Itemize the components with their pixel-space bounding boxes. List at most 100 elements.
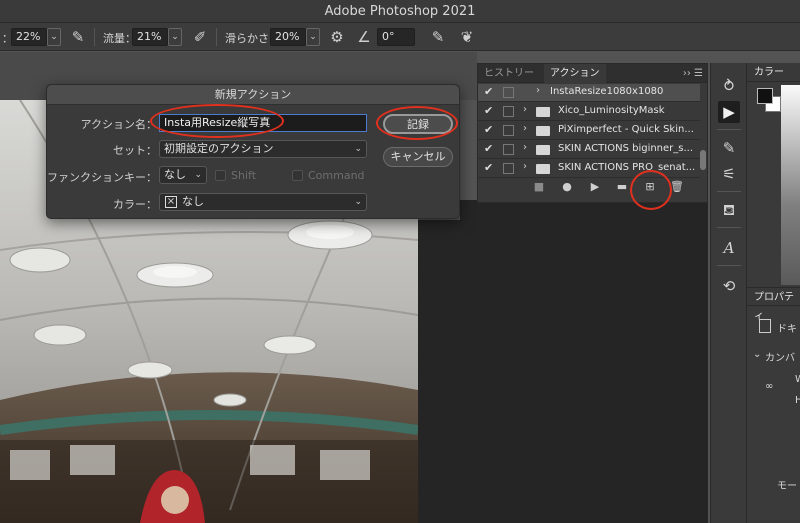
color-picker-gradient[interactable]: [781, 85, 800, 285]
actions-panel: ヒストリー アクション ›› ☰ ✔ › InstaResize1080x108…: [477, 63, 708, 203]
flow-field[interactable]: 21%: [132, 28, 168, 46]
function-key-select[interactable]: なし ⌄: [159, 166, 207, 184]
canvas-section-label: カンバ: [765, 353, 795, 364]
no-color-swatch-icon: ×: [165, 196, 177, 208]
chevron-down-icon: ⌄: [354, 144, 362, 154]
angle-field[interactable]: 0°: [377, 28, 415, 46]
checkmark-icon[interactable]: ✔: [484, 123, 493, 136]
brush-settings-icon[interactable]: ⚟: [718, 163, 740, 185]
action-set-item[interactable]: ✔ › SKIN ACTIONS biginner_s...: [478, 141, 700, 159]
new-action-icon[interactable]: ⊞: [641, 180, 659, 193]
action-name-label: アクション名：: [80, 118, 157, 131]
shift-checkbox[interactable]: [215, 170, 226, 181]
color-select-value: なし: [182, 195, 204, 208]
folder-icon: [536, 164, 550, 174]
opacity-field[interactable]: 22%: [11, 28, 47, 46]
pasteboard: [416, 220, 466, 523]
cancel-button[interactable]: キャンセル: [383, 147, 453, 167]
expand-triangle-icon[interactable]: ›: [523, 104, 527, 115]
expand-triangle-icon[interactable]: ›: [536, 85, 540, 96]
history-icon[interactable]: ⥁: [718, 75, 740, 97]
action-name-input[interactable]: Insta用Resize縦写真: [159, 114, 367, 132]
function-key-label: ファンクションキー：: [47, 171, 157, 184]
actions-play-icon[interactable]: ▶: [718, 101, 740, 123]
canvas-expand-icon[interactable]: ⌄: [753, 349, 761, 360]
checkmark-icon[interactable]: ✔: [484, 85, 493, 98]
color-properties-panel: カラー プロパティ ドキ ⌄ カンバ W ∞ H モード: [746, 63, 800, 523]
dialog-toggle-box[interactable]: [503, 144, 514, 155]
transform-icon[interactable]: ⟲: [718, 275, 740, 297]
airbrush-icon[interactable]: ✐: [190, 27, 210, 47]
link-icon[interactable]: ∞: [765, 381, 773, 392]
width-label: W: [795, 374, 800, 385]
angle-icon: ∠: [357, 28, 371, 46]
set-select[interactable]: 初期設定のアクション ⌄: [159, 140, 367, 158]
tab-actions[interactable]: アクション: [544, 64, 606, 83]
dialog-toggle-box[interactable]: [503, 163, 514, 174]
set-label: セット：: [113, 144, 157, 157]
record-button[interactable]: 記録: [383, 114, 453, 134]
panel-icon-column: ⥁ ▶ ✎ ⚟ ⛾ A ⟲: [710, 63, 746, 523]
stop-icon[interactable]: ■: [530, 180, 548, 193]
checkmark-icon[interactable]: ✔: [484, 104, 493, 117]
separator: [717, 191, 741, 192]
play-icon[interactable]: ▶: [586, 180, 604, 193]
expand-triangle-icon[interactable]: ›: [523, 123, 527, 134]
pressure-size-icon[interactable]: ✎: [428, 27, 448, 47]
document-icon: [759, 319, 771, 333]
tab-properties[interactable]: プロパティ: [747, 287, 800, 322]
expand-triangle-icon[interactable]: ›: [523, 161, 527, 172]
smoothing-dropdown[interactable]: ⌄: [306, 28, 320, 46]
separator: [94, 28, 95, 46]
clone-source-icon[interactable]: ⛾: [718, 199, 740, 221]
pasteboard: [460, 200, 708, 523]
tab-history[interactable]: ヒストリー: [478, 64, 540, 83]
color-select[interactable]: × なし ⌄: [159, 193, 367, 211]
separator: [717, 227, 741, 228]
chevron-down-icon: ⌄: [194, 170, 202, 180]
action-name: InstaResize1080x1080: [550, 86, 664, 97]
scrollbar-thumb[interactable]: [700, 150, 706, 170]
action-set-name: PiXimperfect - Quick Skin...: [558, 124, 694, 135]
checkmark-icon[interactable]: ✔: [484, 161, 493, 174]
chevron-down-icon: ⌄: [354, 197, 362, 207]
flow-dropdown[interactable]: ⌄: [168, 28, 182, 46]
actions-toolbar: ■ ● ▶ ▬ ⊞ 🗑: [478, 177, 700, 199]
dialog-toggle-box[interactable]: [503, 106, 514, 117]
command-checkbox[interactable]: [292, 170, 303, 181]
action-set-name: SKIN ACTIONS biginner_s...: [558, 143, 694, 154]
app-title: Adobe Photoshop 2021: [324, 4, 476, 19]
photoshop-window: Adobe Photoshop 2021 ： 22% ⌄ ✎ 流量： 21% ⌄…: [0, 0, 800, 523]
shift-label: Shift: [231, 169, 257, 182]
separator: [717, 265, 741, 266]
action-set-item[interactable]: ✔ › Xico_LuminosityMask: [478, 103, 700, 121]
app-title-bar: Adobe Photoshop 2021: [0, 0, 800, 23]
character-icon[interactable]: A: [718, 237, 740, 259]
folder-icon: [536, 107, 550, 117]
panel-menu-icon[interactable]: ›› ☰: [683, 64, 703, 83]
pressure-opacity-icon[interactable]: ✎: [68, 27, 88, 47]
set-select-value: 初期設定のアクション: [164, 142, 274, 155]
tab-color[interactable]: カラー: [747, 63, 800, 82]
expand-triangle-icon[interactable]: ›: [523, 142, 527, 153]
dialog-toggle-box[interactable]: [503, 125, 514, 136]
new-set-folder-icon[interactable]: ▬: [613, 180, 631, 193]
dialog-toggle-box[interactable]: [503, 87, 514, 98]
panel-tabs: ヒストリー アクション ›› ☰: [478, 64, 707, 83]
smoothing-field[interactable]: 20%: [270, 28, 306, 46]
gear-icon[interactable]: ⚙: [327, 27, 347, 47]
foreground-color-swatch[interactable]: [757, 88, 773, 104]
action-set-item[interactable]: ✔ › SKIN ACTIONS PRO_senat...: [478, 160, 700, 178]
action-set-item[interactable]: ✔ › PiXimperfect - Quick Skin...: [478, 122, 700, 140]
action-set-name: Xico_LuminosityMask: [558, 105, 665, 116]
symmetry-butterfly-icon[interactable]: ❦: [457, 27, 477, 47]
command-label: Command: [308, 169, 365, 182]
separator: [717, 129, 741, 130]
trash-icon[interactable]: 🗑: [668, 180, 686, 193]
checkmark-icon[interactable]: ✔: [484, 142, 493, 155]
action-item[interactable]: ✔ › InstaResize1080x1080: [478, 84, 700, 102]
opacity-dropdown[interactable]: ⌄: [47, 28, 61, 46]
brush-icon[interactable]: ✎: [718, 137, 740, 159]
record-icon[interactable]: ●: [558, 180, 576, 193]
folder-icon: [536, 145, 550, 155]
